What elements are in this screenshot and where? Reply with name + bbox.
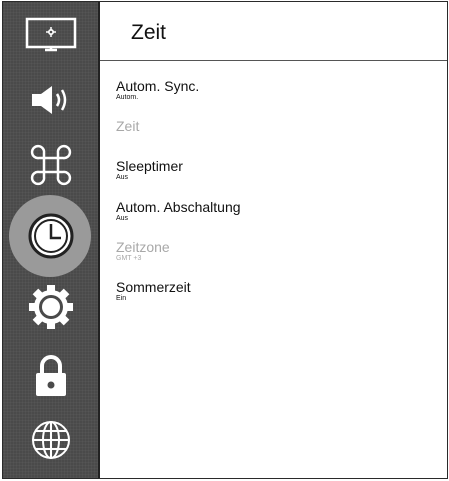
gear-icon [28, 285, 73, 329]
sidebar-item-sound[interactable] [3, 72, 98, 128]
sidebar-item-lock[interactable] [3, 348, 98, 404]
menu-item-sleeptimer[interactable]: Sleeptimer Aus [116, 159, 183, 182]
menu-item-value: GMT +3 [116, 255, 142, 262]
menu-item-label: Autom. Sync. [116, 78, 200, 94]
menu-item-value: Autom. [116, 94, 139, 101]
menu-item-label: Sleeptimer [116, 158, 183, 174]
sidebar-item-settings[interactable] [3, 279, 98, 335]
menu-item-value: Ein [116, 295, 127, 302]
menu-item-auto-sync[interactable]: Autom. Sync. Autom. [116, 79, 199, 102]
menu-item-label: Zeit [116, 118, 140, 134]
globe-icon [31, 421, 70, 459]
menu-item-auto-shutdown[interactable]: Autom. Abschaltung Aus [116, 200, 241, 223]
page-title: Zeit [131, 21, 167, 44]
command-icon [30, 144, 71, 186]
menu-item-value: Aus [116, 174, 129, 181]
sidebar-item-picture[interactable] [3, 7, 98, 63]
menu-item-label: Autom. Abschaltung [116, 199, 241, 215]
monitor-settings-icon [25, 17, 76, 52]
menu-item-time: Zeit [116, 119, 139, 134]
menu-item-timezone: Zeitzone GMT +3 [116, 240, 170, 263]
sidebar [3, 2, 98, 478]
menu-item-label: Sommerzeit [116, 279, 191, 295]
menu-item-value: Aus [116, 215, 129, 222]
sidebar-item-network[interactable] [3, 412, 98, 468]
speaker-icon [31, 86, 66, 114]
sidebar-item-apps[interactable] [3, 137, 98, 193]
sidebar-item-time[interactable] [3, 195, 98, 277]
menu-item-label: Zeitzone [116, 239, 170, 255]
clock-icon [28, 213, 73, 259]
header: Zeit [100, 2, 447, 61]
lock-icon [35, 355, 66, 396]
menu-item-daylight-saving[interactable]: Sommerzeit Ein [116, 280, 191, 303]
sidebar-divider [98, 2, 100, 478]
